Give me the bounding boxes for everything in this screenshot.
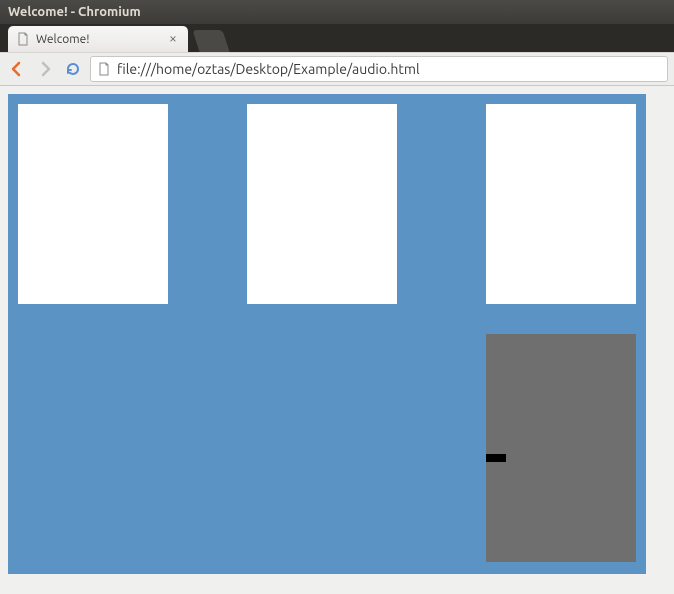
- back-button[interactable]: [6, 58, 28, 80]
- reload-button[interactable]: [62, 58, 84, 80]
- url-text: file:///home/oztas/Desktop/Example/audio…: [117, 61, 661, 77]
- window-titlebar: Welcome! - Chromium: [0, 0, 674, 24]
- spacer: [168, 104, 248, 304]
- spacer: [397, 104, 487, 304]
- page-viewport: [0, 86, 674, 594]
- close-icon[interactable]: ×: [166, 32, 180, 46]
- window-title: Welcome! - Chromium: [8, 5, 141, 19]
- file-icon: [16, 32, 30, 46]
- forward-arrow-icon: [37, 61, 53, 77]
- tab-strip: Welcome! ×: [0, 24, 674, 52]
- forward-button: [34, 58, 56, 80]
- media-row: [8, 304, 646, 562]
- browser-toolbar: file:///home/oztas/Desktop/Example/audio…: [0, 52, 674, 86]
- reload-icon: [65, 61, 81, 77]
- browser-tab[interactable]: Welcome! ×: [8, 26, 188, 52]
- address-bar[interactable]: file:///home/oztas/Desktop/Example/audio…: [90, 56, 668, 82]
- content-box: [486, 104, 636, 304]
- content-box: [247, 104, 397, 304]
- back-arrow-icon: [9, 61, 25, 77]
- content-box: [18, 104, 168, 304]
- tab-title: Welcome!: [36, 33, 160, 46]
- box-row: [8, 94, 646, 304]
- file-icon: [97, 62, 111, 76]
- new-tab-button[interactable]: [192, 30, 229, 52]
- media-marker: [486, 454, 506, 462]
- media-placeholder[interactable]: [486, 334, 636, 562]
- page-body: [8, 94, 646, 574]
